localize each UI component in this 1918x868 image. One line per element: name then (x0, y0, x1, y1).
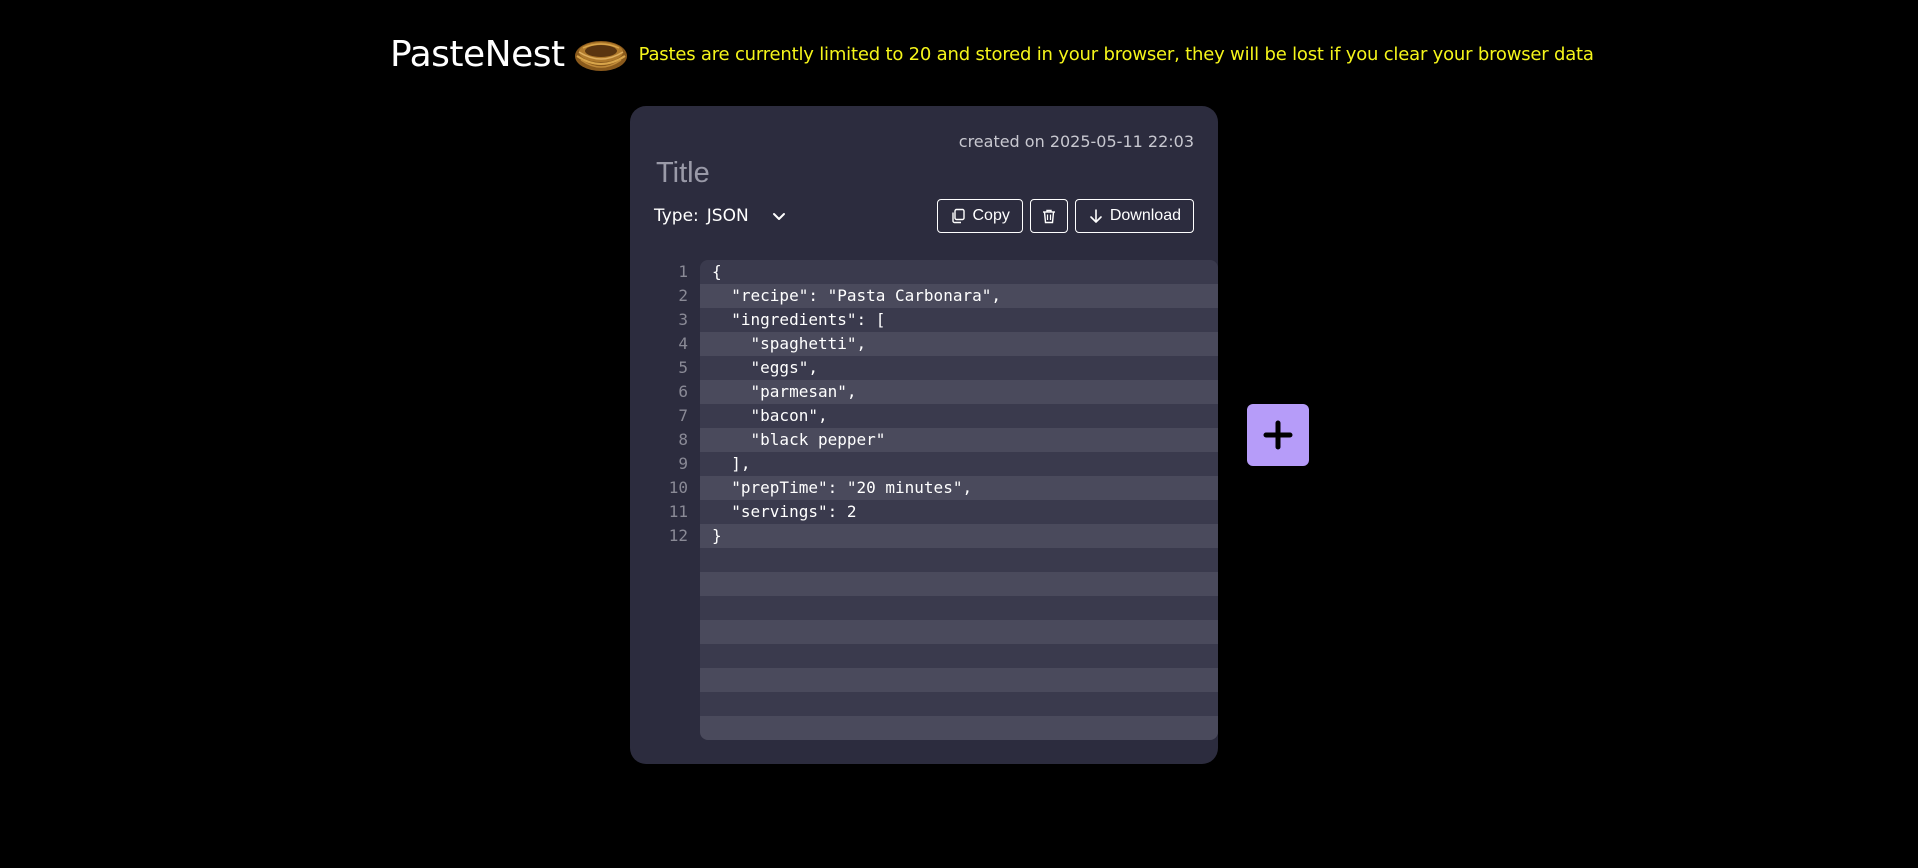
code-line: "parmesan", (712, 382, 857, 401)
type-label: Type: (654, 206, 699, 226)
title-input[interactable] (650, 153, 1182, 193)
code-line: { (712, 262, 722, 281)
code-line: "prepTime": "20 minutes", (712, 478, 973, 497)
line-number: 3 (678, 310, 688, 329)
delete-button[interactable] (1029, 199, 1068, 233)
download-button[interactable]: Download (1074, 199, 1194, 233)
line-number: 11 (668, 502, 688, 521)
code-line: "black pepper" (712, 430, 886, 449)
plus-icon (1263, 420, 1293, 450)
type-value[interactable]: JSON (707, 206, 749, 226)
download-icon (1090, 209, 1102, 223)
copy-label: Copy (972, 207, 1010, 224)
created-timestamp: created on 2025-05-11 22:03 (958, 132, 1194, 151)
storage-notice: Pastes are currently limited to 20 and s… (638, 43, 1594, 65)
line-number: 6 (678, 382, 688, 401)
chevron-down-icon[interactable] (771, 208, 787, 224)
code-line: "bacon", (712, 406, 828, 425)
code-line: ], (712, 454, 751, 473)
line-number: 4 (678, 334, 688, 353)
paste-actions: Copy Download (937, 199, 1194, 233)
line-number: 2 (678, 286, 688, 305)
copy-icon (952, 208, 966, 224)
trash-icon (1042, 209, 1055, 224)
line-number-gutter: 1 2 3 4 5 6 7 8 9 10 11 12 (654, 260, 694, 548)
code-line: "recipe": "Pasta Carbonara", (712, 286, 1001, 305)
code-line: "spaghetti", (712, 334, 867, 353)
line-number: 12 (668, 526, 688, 545)
line-number: 7 (678, 406, 688, 425)
line-number: 5 (678, 358, 688, 377)
code-line: "servings": 2 (712, 502, 857, 521)
header: PasteNest Pastes are currently limited t… (390, 28, 1594, 80)
nest-icon (573, 32, 629, 76)
code-line: "ingredients": [ (712, 310, 886, 329)
add-paste-button[interactable] (1247, 404, 1309, 466)
code-textarea[interactable]: { "recipe": "Pasta Carbonara", "ingredie… (700, 260, 1218, 740)
line-number: 1 (678, 262, 688, 281)
code-line: } (712, 526, 722, 545)
line-number: 9 (678, 454, 688, 473)
line-number: 8 (678, 430, 688, 449)
type-selector[interactable]: Type: JSON (654, 202, 787, 230)
code-line: "eggs", (712, 358, 818, 377)
copy-button[interactable]: Copy (937, 199, 1023, 233)
paste-card: created on 2025-05-11 22:03 Type: JSON C… (630, 106, 1218, 764)
code-editor: 1 2 3 4 5 6 7 8 9 10 11 12 { "recipe": "… (654, 260, 1218, 740)
download-label: Download (1109, 207, 1181, 224)
app-title: PasteNest (390, 33, 565, 75)
line-number: 10 (668, 478, 688, 497)
